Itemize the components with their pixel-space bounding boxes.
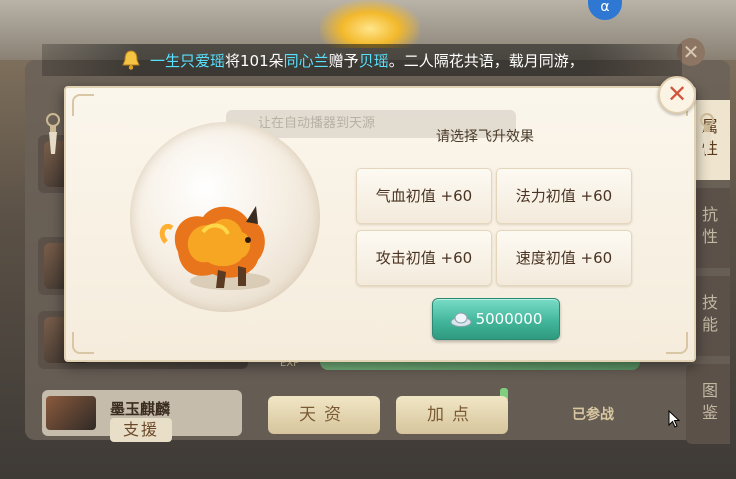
mouse-cursor-icon: [668, 410, 680, 428]
bell-icon: [120, 49, 142, 71]
option-mp-button[interactable]: 法力初值 +60: [496, 168, 632, 224]
announcement-text: 一生只爱瑶将101朵同心兰赠予贝瑶。二人隔花共语，载月同游，: [150, 50, 584, 71]
pet-portrait: [130, 122, 320, 312]
confirm-cost-button[interactable]: 5000000: [432, 298, 560, 340]
option-speed-button[interactable]: 速度初值 +60: [496, 230, 632, 286]
close-button[interactable]: ✕: [658, 76, 696, 114]
corner-ornament: [72, 94, 94, 116]
silver-coin-icon: [450, 312, 472, 327]
talent-button[interactable]: 天资: [268, 396, 380, 434]
top-crown-decoration: [320, 0, 420, 48]
announcement-verb: 将101朵: [225, 51, 284, 70]
announcement-recipient[interactable]: 贝瑶: [359, 52, 389, 70]
announcement-item: 同心兰: [283, 51, 329, 70]
avatar: [46, 396, 96, 430]
pet-name: 墨玉麒麟: [110, 400, 171, 418]
cost-amount: 5000000: [475, 310, 543, 328]
announcement-sender[interactable]: 一生只爱瑶: [150, 52, 225, 70]
joined-battle-status: 已参战: [572, 407, 614, 423]
corner-ornament: [72, 332, 94, 354]
select-effect-prompt: 请选择飞升效果: [436, 129, 534, 145]
tassel-icon: [46, 113, 60, 154]
option-hp-button[interactable]: 气血初值 +60: [356, 168, 492, 224]
add-points-button[interactable]: 加点: [396, 396, 508, 434]
announcement-gift-word: 赠予: [328, 51, 359, 70]
tab-codex[interactable]: 图鉴: [686, 364, 730, 444]
announcement-banner: 一生只爱瑶将101朵同心兰赠予贝瑶。二人隔花共语，载月同游，: [42, 44, 682, 76]
corner-ornament: [666, 332, 688, 354]
support-badge[interactable]: 支援: [110, 418, 172, 442]
option-attack-button[interactable]: 攻击初值 +60: [356, 230, 492, 286]
tassel-icon: [700, 113, 714, 154]
announcement-suffix: 。二人隔花共语，载月同游，: [388, 51, 584, 70]
qilin-pet-icon: [159, 206, 265, 288]
ascension-dialog: ✕ 让在自动播器到天源 请选择飞升效果 气血初值 +60 法力初值 +60 攻击…: [46, 76, 714, 362]
